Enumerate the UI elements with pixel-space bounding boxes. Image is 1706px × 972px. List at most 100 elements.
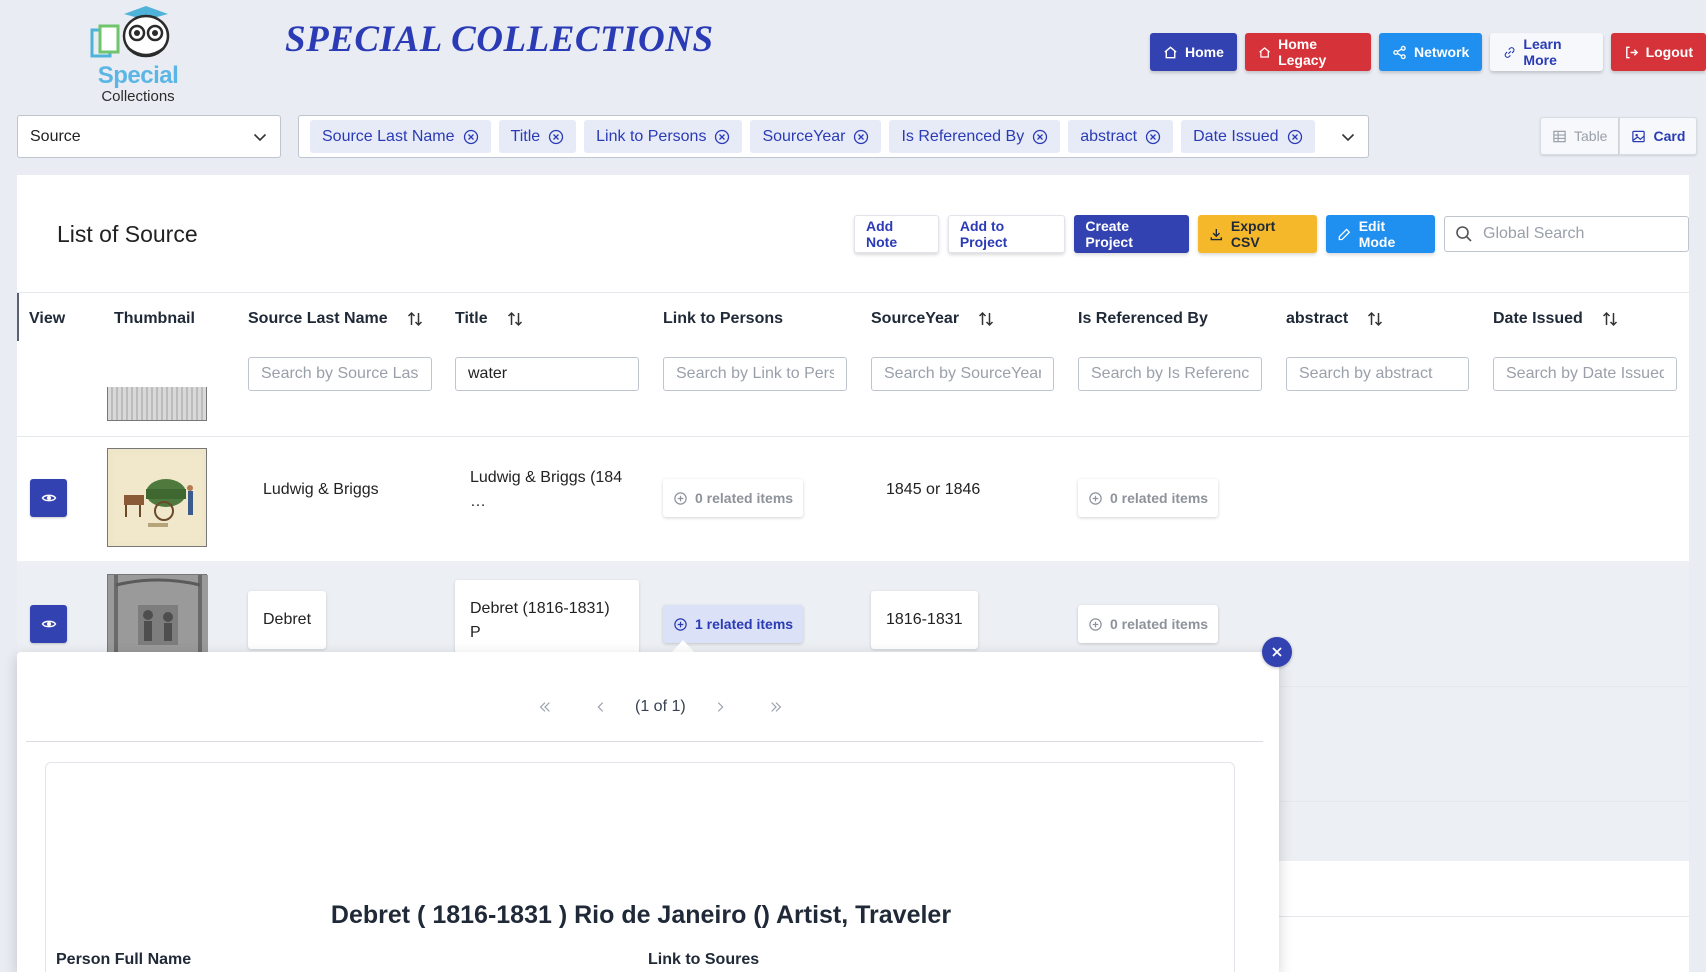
eye-icon [41,494,56,502]
remove-chip-icon[interactable] [714,129,730,145]
link-to-persons-button[interactable]: 0 related items [663,479,804,517]
cell-source-last-name-text: Debret [263,611,312,628]
remove-chip-icon[interactable] [463,129,479,145]
sort-icon[interactable] [406,310,424,328]
add-to-project-label: Add to Project [959,218,1008,250]
global-search-input[interactable] [1483,225,1674,243]
remove-chip-icon[interactable] [1032,129,1048,145]
cell-title[interactable]: Ludwig & Briggs (184 … [470,466,622,514]
thumbnail-image[interactable] [107,387,207,421]
download-icon [1210,228,1223,240]
filter-is-referenced-by[interactable] [1078,357,1262,391]
logo-word-special: Special [97,62,179,89]
chevron-down-icon [253,133,267,142]
row-divider [1279,686,1689,687]
filter-date-issued[interactable] [1493,357,1677,391]
home-button[interactable]: Home [1150,33,1237,71]
edit-mode-label: Edit Mode [1358,218,1396,250]
view-record-button[interactable] [30,479,67,517]
owl-logo-icon [90,6,170,58]
table-view-button[interactable]: Table [1540,117,1620,155]
cell-source-year: 1816-1831 [871,591,978,649]
chevrons-left-icon [539,702,550,712]
column-header-is-referenced-by: Is Referenced By [1078,310,1208,328]
visible-columns-multiselect[interactable]: Source Last Name Title Link to Persons S… [298,115,1369,158]
last-page-button[interactable] [748,690,804,724]
learn-more-button[interactable]: Learn More [1490,33,1603,71]
remove-chip-icon[interactable] [1287,129,1303,145]
table-view-label: Table [1574,128,1608,144]
column-header-source-last-name-label: Source Last Name [248,310,388,327]
card-view-button[interactable]: Card [1619,117,1698,155]
person-detail-card: Debret ( 1816-1831 ) Rio de Janeiro () A… [45,762,1235,972]
learn-more-button-label: Learn More [1523,36,1562,68]
logout-button-label: Logout [1645,44,1693,60]
add-note-label: Add Note [866,218,898,250]
chip-label: SourceYear [762,127,846,145]
column-chip-abstract: abstract [1068,120,1174,153]
cell-source-year: 1845 or 1846 [886,481,981,498]
column-header-source-last-name[interactable]: Source Last Name [248,310,424,328]
home-legacy-button-label: Home Legacy [1278,36,1327,68]
home-icon [1164,45,1177,58]
create-project-button[interactable]: Create Project [1074,215,1190,253]
export-csv-button[interactable]: Export CSV [1198,215,1318,253]
logout-icon [1625,46,1638,58]
add-note-button[interactable]: Add Note [854,215,939,253]
add-to-project-button[interactable]: Add to Project [947,215,1066,253]
sort-icon[interactable] [506,310,524,328]
column-header-source-year[interactable]: SourceYear [871,310,995,328]
column-resize-handle[interactable] [17,293,19,341]
pencil-icon [1338,228,1351,240]
is-referenced-by-button[interactable]: 0 related items [1078,605,1219,643]
view-record-button[interactable] [30,605,67,643]
column-header-date-issued[interactable]: Date Issued [1493,310,1619,328]
column-header-abstract[interactable]: abstract [1286,310,1384,328]
filter-abstract[interactable] [1286,357,1469,391]
logout-button[interactable]: Logout [1610,33,1706,71]
column-header-date-issued-label: Date Issued [1493,310,1583,327]
sort-icon[interactable] [1366,310,1384,328]
column-header-is-referenced-by-label: Is Referenced By [1078,310,1208,327]
remove-chip-icon[interactable] [548,129,564,145]
network-button-label: Network [1414,44,1470,60]
person-detail-title: Debret ( 1816-1831 ) Rio de Janeiro () A… [330,901,952,929]
network-button[interactable]: Network [1379,33,1483,71]
chip-label: Date Issued [1193,127,1279,145]
cell-title[interactable]: Debret (1816-1831) P … [455,580,639,665]
list-actions-toolbar: Add Note Add to Project Create Project E… [854,215,1689,253]
remove-chip-icon[interactable] [853,129,869,145]
previous-page-button[interactable] [573,690,629,724]
is-referenced-by-label: 0 related items [1110,616,1209,632]
sort-icon[interactable] [1601,310,1619,328]
remove-chip-icon[interactable] [1145,129,1161,145]
home-legacy-button[interactable]: Home Legacy [1244,33,1372,71]
cell-title-text: Debret (1816-1831) P [470,600,610,641]
link-to-persons-label: 1 related items [695,616,794,632]
source-type-select[interactable]: Source [17,115,281,158]
column-header-abstract-label: abstract [1286,310,1349,327]
is-referenced-by-button[interactable]: 0 related items [1078,479,1219,517]
chip-label: Link to Persons [596,127,707,145]
filter-source-last-name[interactable] [248,357,432,391]
create-project-label: Create Project [1085,218,1133,250]
link-to-persons-button[interactable]: 1 related items [663,605,804,643]
chevron-down-icon[interactable] [1340,129,1356,145]
thumbnail-image[interactable] [107,448,207,547]
next-page-button[interactable] [692,690,748,724]
app-logo[interactable]: Special Collections [88,6,188,105]
link-to-sources-label: Link to Soures [648,951,760,968]
close-popup-button[interactable] [1262,637,1292,667]
cart-illustration-icon [114,455,202,542]
cell-source-last-name: Debret [248,591,327,649]
filter-source-year[interactable] [871,357,1054,391]
cell-source-year-text: 1816-1831 [886,611,963,628]
filter-link-to-persons[interactable] [663,357,847,391]
edit-mode-button[interactable]: Edit Mode [1326,215,1436,253]
thumbnail-image[interactable] [107,574,208,653]
filter-title[interactable] [455,357,639,391]
first-page-button[interactable] [517,690,573,724]
column-header-title[interactable]: Title [455,310,524,328]
sort-icon[interactable] [977,310,995,328]
column-chip-link-to-persons: Link to Persons [584,120,743,153]
